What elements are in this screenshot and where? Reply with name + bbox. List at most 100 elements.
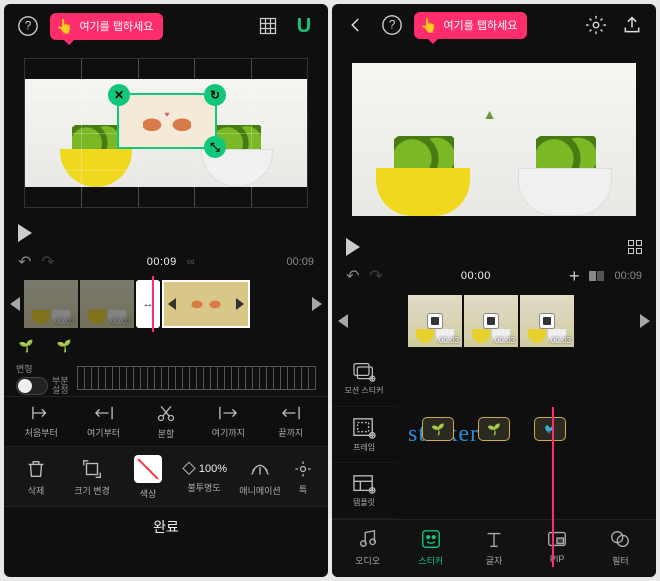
redo-icon[interactable]: ↷ [41, 252, 54, 272]
drag-handle[interactable]: ↔ [136, 280, 160, 328]
clip-trim-right[interactable] [236, 298, 244, 310]
resize-button[interactable]: 크기 변경 [64, 458, 120, 497]
tap-hand-icon: 👆 [420, 17, 437, 34]
help-button[interactable]: ? [14, 12, 42, 40]
hint-tooltip[interactable]: 👆 여기를 탭하세요 [50, 13, 163, 40]
animation-button[interactable]: 애니메이션 [232, 458, 288, 497]
split-button[interactable]: 분할 [138, 403, 194, 440]
seedling-sticker-preview: ▲ [483, 106, 497, 122]
tab-audio[interactable]: 오디오 [343, 528, 393, 567]
tab-text[interactable]: 글자 [469, 528, 519, 567]
trim-to-here-button[interactable]: 여기까지 [200, 404, 256, 439]
side-panel: 모션 스티커 프레임 템플릿 [332, 351, 396, 519]
editor-main-screen: ? 👆 여기를 탭하세요 ▲ ↶ ↷ 00:00 [332, 4, 656, 577]
clip-trim-left[interactable] [168, 298, 176, 310]
tab-sticker[interactable]: 스티커 [406, 528, 456, 567]
effect-button[interactable]: 특 [288, 459, 318, 496]
preview-area: ▲ [342, 47, 646, 232]
tab-pip[interactable]: PIP [532, 528, 582, 567]
sticker-pill[interactable]: 🌱 [422, 417, 454, 441]
sticker-markers-row: 🌱 🌱 [4, 332, 328, 360]
back-button[interactable] [342, 11, 370, 39]
template-side-button[interactable]: 템플릿 [332, 463, 396, 519]
frame-side-button[interactable]: 프레임 [332, 407, 396, 463]
time-current: 00:00 [461, 270, 491, 282]
clip-selected[interactable] [162, 280, 250, 328]
seedling-icon[interactable]: 🌱 [54, 337, 74, 355]
clip-timeline: 00:03 00:03 ↔ [4, 278, 328, 332]
preview-canvas[interactable]: ♥ ✕ ↻ ⤡ [24, 58, 308, 208]
trim-from-start-button[interactable]: 처음부터 [13, 404, 69, 439]
play-button[interactable] [346, 238, 360, 256]
rotate-handle[interactable]: ↻ [204, 84, 226, 106]
trim-tools-row: 처음부터 여기부터 분할 여기까지 끝까지 [4, 396, 328, 446]
sticker-pill[interactable]: 🐦 [534, 417, 566, 441]
timeline-next[interactable] [640, 314, 650, 328]
hint-label: 여기를 탭하세요 [79, 18, 153, 34]
sticker-track: 🌱 🌱 🐦 [422, 411, 646, 447]
hint-label: 여기를 탭하세요 [443, 17, 517, 33]
magnet-button[interactable]: U [290, 12, 318, 40]
help-button[interactable]: ? [378, 11, 406, 39]
add-button[interactable]: + [569, 266, 580, 287]
ruler[interactable] [77, 366, 316, 390]
svg-text:?: ? [25, 19, 32, 33]
playhead[interactable] [552, 407, 554, 567]
trim-from-here-button[interactable]: 여기부터 [76, 404, 132, 439]
transport-bar: ↶ ↷ 00:00 + 00:09 [332, 262, 656, 293]
time-total: 00:09 [286, 256, 314, 268]
preview-area: ♥ ✕ ↻ ⤡ [14, 48, 318, 218]
svg-text:?: ? [389, 18, 396, 32]
properties-row: 변형 부분 설정 [4, 360, 328, 396]
fullscreen-button[interactable] [628, 240, 642, 254]
play-row [4, 218, 328, 248]
done-button[interactable]: 완료 [4, 506, 328, 547]
clip-thumb[interactable]: 00:03 [80, 280, 134, 328]
top-bar: ? 👆 여기를 탭하세요 U [4, 4, 328, 48]
main-timeline: 00:03 00:03 00:03 [332, 293, 656, 352]
video-frame: ▲ [352, 63, 636, 216]
bottom-tools-row: 삭제 크기 변경 색상 100% 불투명도 애니메이션 특 [4, 446, 328, 506]
timeline-prev[interactable] [338, 314, 348, 328]
tap-hand-icon: 👆 [56, 18, 73, 35]
time-current: 00:09 [147, 256, 177, 268]
undo-icon[interactable]: ↶ [346, 266, 359, 286]
preview-canvas[interactable]: ▲ [352, 57, 636, 222]
sticker-selection-box[interactable]: ♥ ✕ ↻ ⤡ [117, 93, 217, 149]
clip-thumb[interactable]: 00:03 [408, 295, 462, 347]
clip-thumb[interactable]: 00:03 [520, 295, 574, 347]
layers-icon[interactable] [589, 271, 604, 281]
tracks-area: 모션 스티커 프레임 템플릿 sticker 🌱 🌱 🐦 [332, 351, 656, 519]
delete-handle[interactable]: ✕ [108, 84, 130, 106]
clip-thumb[interactable]: 00:03 [464, 295, 518, 347]
timeline-prev[interactable] [10, 297, 20, 311]
bottom-tabs: 오디오 스티커 글자 PIP 필터 [332, 519, 656, 577]
undo-icon[interactable]: ↶ [18, 252, 31, 272]
color-button[interactable]: 색상 [120, 455, 176, 500]
partial-toggle[interactable] [16, 377, 48, 395]
delete-button[interactable]: 삭제 [8, 458, 64, 497]
editor-detail-screen: ? 👆 여기를 탭하세요 U ♥ [4, 4, 328, 577]
play-row [332, 232, 656, 262]
sticker-pill[interactable]: 🌱 [478, 417, 510, 441]
grid-toggle-button[interactable] [254, 12, 282, 40]
settings-button[interactable] [582, 11, 610, 39]
play-button[interactable] [18, 224, 32, 242]
export-button[interactable] [618, 11, 646, 39]
transform-label: 변형 [16, 362, 69, 375]
scale-handle[interactable]: ⤡ [204, 136, 226, 158]
birds-sticker [143, 116, 191, 132]
tab-filter[interactable]: 필터 [595, 528, 645, 567]
playhead[interactable] [152, 276, 154, 332]
hint-tooltip[interactable]: 👆 여기를 탭하세요 [414, 12, 527, 39]
transport-bar: ↶ ↷ 00:09 ∞ 00:09 [4, 248, 328, 278]
redo-icon[interactable]: ↷ [369, 266, 382, 286]
time-total: 00:09 [614, 270, 642, 282]
motion-sticker-side-button[interactable]: 모션 스티커 [332, 351, 396, 407]
timeline-next[interactable] [312, 297, 322, 311]
opacity-button[interactable]: 100% 불투명도 [176, 461, 232, 494]
clip-thumb[interactable]: 00:03 [24, 280, 78, 328]
trim-to-end-button[interactable]: 끝까지 [263, 404, 319, 439]
top-bar: ? 👆 여기를 탭하세요 [332, 4, 656, 47]
seedling-icon[interactable]: 🌱 [16, 337, 36, 355]
